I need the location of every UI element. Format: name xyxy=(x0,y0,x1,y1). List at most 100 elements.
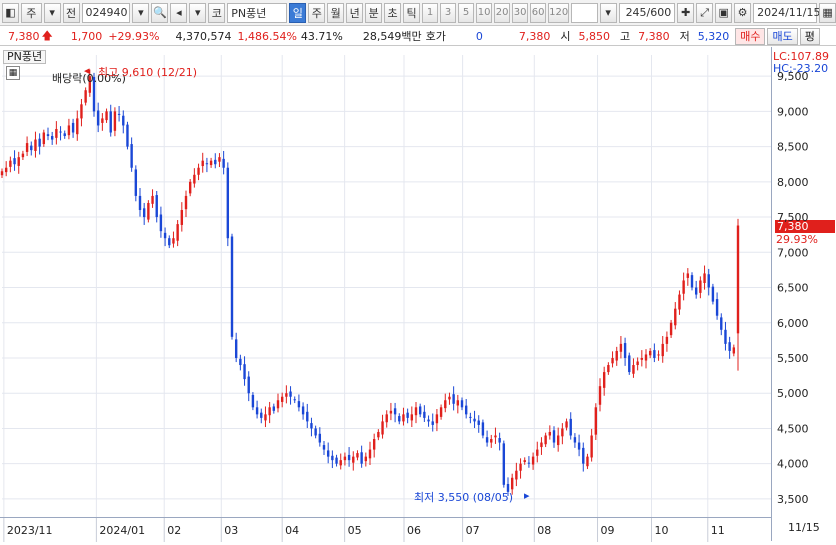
tab-period-week[interactable]: 주 xyxy=(308,2,326,23)
tab-period-second[interactable]: 초 xyxy=(384,2,402,23)
count-input[interactable]: 245/600 xyxy=(618,2,676,23)
high-value: 7,380 xyxy=(638,29,670,43)
interval-20[interactable]: 20 xyxy=(494,2,511,23)
interval-120[interactable]: 120 xyxy=(548,2,570,23)
code-input[interactable]: 024940 xyxy=(81,2,131,23)
interval-5[interactable]: 5 xyxy=(458,2,475,23)
interval-1[interactable]: 1 xyxy=(422,2,439,23)
interval-input[interactable] xyxy=(571,2,598,23)
candle-body xyxy=(226,167,230,239)
candle-body xyxy=(13,158,16,165)
candle-body xyxy=(218,157,221,162)
candle-body xyxy=(674,308,677,326)
candle-body xyxy=(360,452,363,464)
interval-dropdown-icon[interactable]: ▾ xyxy=(599,2,617,23)
tab-period-tick[interactable]: 틱 xyxy=(403,2,421,23)
chevron-down-icon[interactable]: ▾ xyxy=(43,2,61,23)
candle-body xyxy=(151,195,154,204)
tab-period-day[interactable]: 일 xyxy=(289,2,307,23)
search-icon[interactable]: 🔍 xyxy=(151,2,169,23)
high-label: 고 xyxy=(619,30,631,43)
crosshair-icon[interactable]: ✚ xyxy=(677,2,695,23)
x-tick-label: 07 xyxy=(466,524,480,537)
speaker-dropdown-icon[interactable]: ▾ xyxy=(189,2,207,23)
change-value: 1,700 xyxy=(70,29,103,43)
code-dropdown-icon[interactable]: ▾ xyxy=(132,2,150,23)
gear-icon[interactable]: ⚙ xyxy=(734,2,752,23)
price-chart[interactable] xyxy=(0,47,836,541)
candle-body xyxy=(540,442,543,448)
candle-body xyxy=(431,421,434,425)
candle-body xyxy=(197,167,200,175)
candle-body xyxy=(490,439,493,443)
x-tick-label: 03 xyxy=(224,524,238,537)
candle-body xyxy=(280,396,284,402)
candle-body xyxy=(707,274,710,288)
candle-body xyxy=(561,428,564,437)
candle-body xyxy=(289,391,292,397)
more-button[interactable]: 평 xyxy=(799,27,820,45)
market-select[interactable]: 주 xyxy=(20,2,42,23)
candle-body xyxy=(84,90,87,103)
grid-toggle-icon[interactable]: ▦ xyxy=(6,66,20,80)
candle-body xyxy=(590,435,593,458)
candle-body xyxy=(205,163,209,165)
candle-body xyxy=(310,423,313,429)
volume: 4,370,574 xyxy=(175,29,232,43)
x-tick-label: 10 xyxy=(654,524,668,537)
buy-button[interactable]: 매수 xyxy=(735,27,766,45)
turnover-percent: 43.71% xyxy=(300,29,343,43)
tab-period-year[interactable]: 년 xyxy=(346,2,364,23)
candle-body xyxy=(117,113,121,115)
interval-10[interactable]: 10 xyxy=(476,2,493,23)
y-tick-label: 4,000 xyxy=(777,458,809,471)
sell-button[interactable]: 매도 xyxy=(767,27,798,45)
candle-body xyxy=(101,118,104,123)
candle-body xyxy=(314,428,317,436)
x-tick-label: 02 xyxy=(167,524,181,537)
candle-body xyxy=(736,225,740,334)
candle-body xyxy=(720,317,723,330)
candle-body xyxy=(339,460,342,466)
candle-body xyxy=(9,160,12,167)
tab-period-minute[interactable]: 분 xyxy=(365,2,383,23)
candle-body xyxy=(732,347,736,354)
candle-body xyxy=(326,450,330,457)
speaker-icon[interactable]: ◂ xyxy=(170,2,188,23)
x-tick-label: 05 xyxy=(348,524,362,537)
candle-body xyxy=(711,286,715,302)
window-icon[interactable]: ◧ xyxy=(2,2,19,23)
trade-amount: 28,549백만 xyxy=(362,30,422,43)
candle-body xyxy=(293,399,296,401)
candle-body xyxy=(460,400,464,408)
interval-60[interactable]: 60 xyxy=(530,2,547,23)
candle-body xyxy=(628,355,631,373)
candle-body xyxy=(548,431,552,436)
stock-name-input[interactable]: PN풍년 xyxy=(227,2,288,23)
candle-body xyxy=(239,358,242,366)
candle-body xyxy=(694,287,698,295)
min-label: 최저 3,550 (08/05) xyxy=(414,491,514,504)
interval-3[interactable]: 3 xyxy=(440,2,457,23)
candle-body xyxy=(67,125,71,136)
up-arrow-icon: 🡅 xyxy=(41,28,53,42)
candle-body xyxy=(113,111,117,131)
tab-period-month[interactable]: 월 xyxy=(327,2,345,23)
save-icon[interactable]: ▣ xyxy=(715,2,733,23)
hoga-value: 0 xyxy=(475,29,483,43)
candle-body xyxy=(105,111,108,121)
candle-body xyxy=(611,357,614,364)
candle-body xyxy=(527,462,531,464)
quote-bar: 7,380 🡅 1,700 +29.93% 4,370,574 1,486.54… xyxy=(0,27,836,46)
x-tick-label: 06 xyxy=(407,524,421,537)
calendar-icon[interactable]: ▦ xyxy=(819,2,836,23)
date-input[interactable]: 2024/11/15 xyxy=(753,2,820,23)
candle-body xyxy=(147,202,150,220)
trend-tool-icon[interactable]: ⤢ xyxy=(696,2,714,23)
candle-body xyxy=(481,422,485,436)
max-label: 최고 9,610 (12/21) xyxy=(98,66,198,79)
x-tick-label: 2023/11 xyxy=(7,524,53,537)
prev-button[interactable]: 전 xyxy=(62,2,80,23)
candle-body xyxy=(297,401,301,408)
interval-30[interactable]: 30 xyxy=(512,2,529,23)
